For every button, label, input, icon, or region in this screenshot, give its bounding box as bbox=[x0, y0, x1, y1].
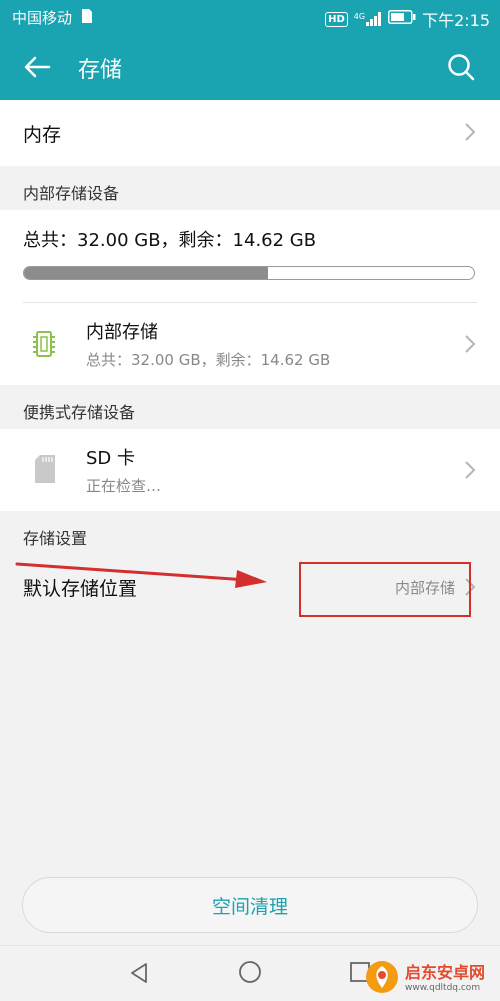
annotation-highlight-box bbox=[299, 562, 471, 617]
search-icon[interactable] bbox=[446, 52, 476, 86]
watermark: 启东安卓网 www.qdltdq.com bbox=[365, 958, 500, 1000]
sd-card-icon bbox=[35, 455, 55, 487]
watermark-url: www.qdltdq.com bbox=[405, 983, 481, 993]
internal-storage-subtitle: 总共：32.00 GB，剩余：14.62 GB bbox=[86, 351, 331, 369]
sd-card-item[interactable]: SD 卡 正在检查… bbox=[0, 429, 500, 511]
memory-label: 内存 bbox=[23, 124, 62, 146]
section-header-portable: 便携式存储设备 bbox=[0, 385, 500, 429]
internal-storage-item[interactable]: 内部存储 总共：32.00 GB，剩余：14.62 GB bbox=[0, 303, 500, 385]
status-bar: 中国移动 HD 4G 下午2:15 bbox=[0, 0, 500, 34]
back-arrow-icon[interactable] bbox=[22, 52, 52, 86]
chevron-right-icon bbox=[464, 460, 476, 484]
watermark-title: 启东安卓网 bbox=[405, 963, 486, 982]
memory-row[interactable]: 内存 bbox=[0, 100, 500, 166]
clock: 下午2:15 bbox=[422, 11, 490, 30]
space-clean-button[interactable]: 空间清理 bbox=[22, 877, 478, 933]
chip-icon bbox=[32, 329, 56, 363]
internal-storage-title: 内部存储 bbox=[86, 322, 158, 343]
chevron-right-icon bbox=[464, 334, 476, 358]
nav-back-icon[interactable] bbox=[128, 962, 150, 988]
storage-usage-fill bbox=[24, 267, 269, 279]
storage-summary: 总共：32.00 GB，剩余：14.62 GB bbox=[23, 230, 317, 251]
storage-usage-bar bbox=[23, 266, 475, 280]
network-type: 4G bbox=[353, 12, 366, 21]
chevron-right-icon bbox=[464, 122, 476, 146]
watermark-logo-icon bbox=[365, 960, 399, 998]
sd-card-title: SD 卡 bbox=[86, 448, 136, 469]
carrier-name: 中国移动 bbox=[12, 9, 73, 27]
section-header-settings: 存储设置 bbox=[0, 511, 500, 555]
app-bar: 存储 bbox=[0, 34, 500, 100]
sd-card-status: 正在检查… bbox=[86, 477, 162, 495]
hd-badge: HD bbox=[325, 11, 348, 27]
page-title: 存储 bbox=[78, 58, 123, 83]
annotation-arrow bbox=[15, 560, 275, 594]
nav-home-icon[interactable] bbox=[238, 960, 262, 988]
signal-icon: 4G bbox=[354, 12, 382, 26]
sim-card-icon bbox=[82, 9, 92, 27]
battery-icon bbox=[388, 10, 416, 28]
section-header-internal: 内部存储设备 bbox=[0, 166, 500, 210]
